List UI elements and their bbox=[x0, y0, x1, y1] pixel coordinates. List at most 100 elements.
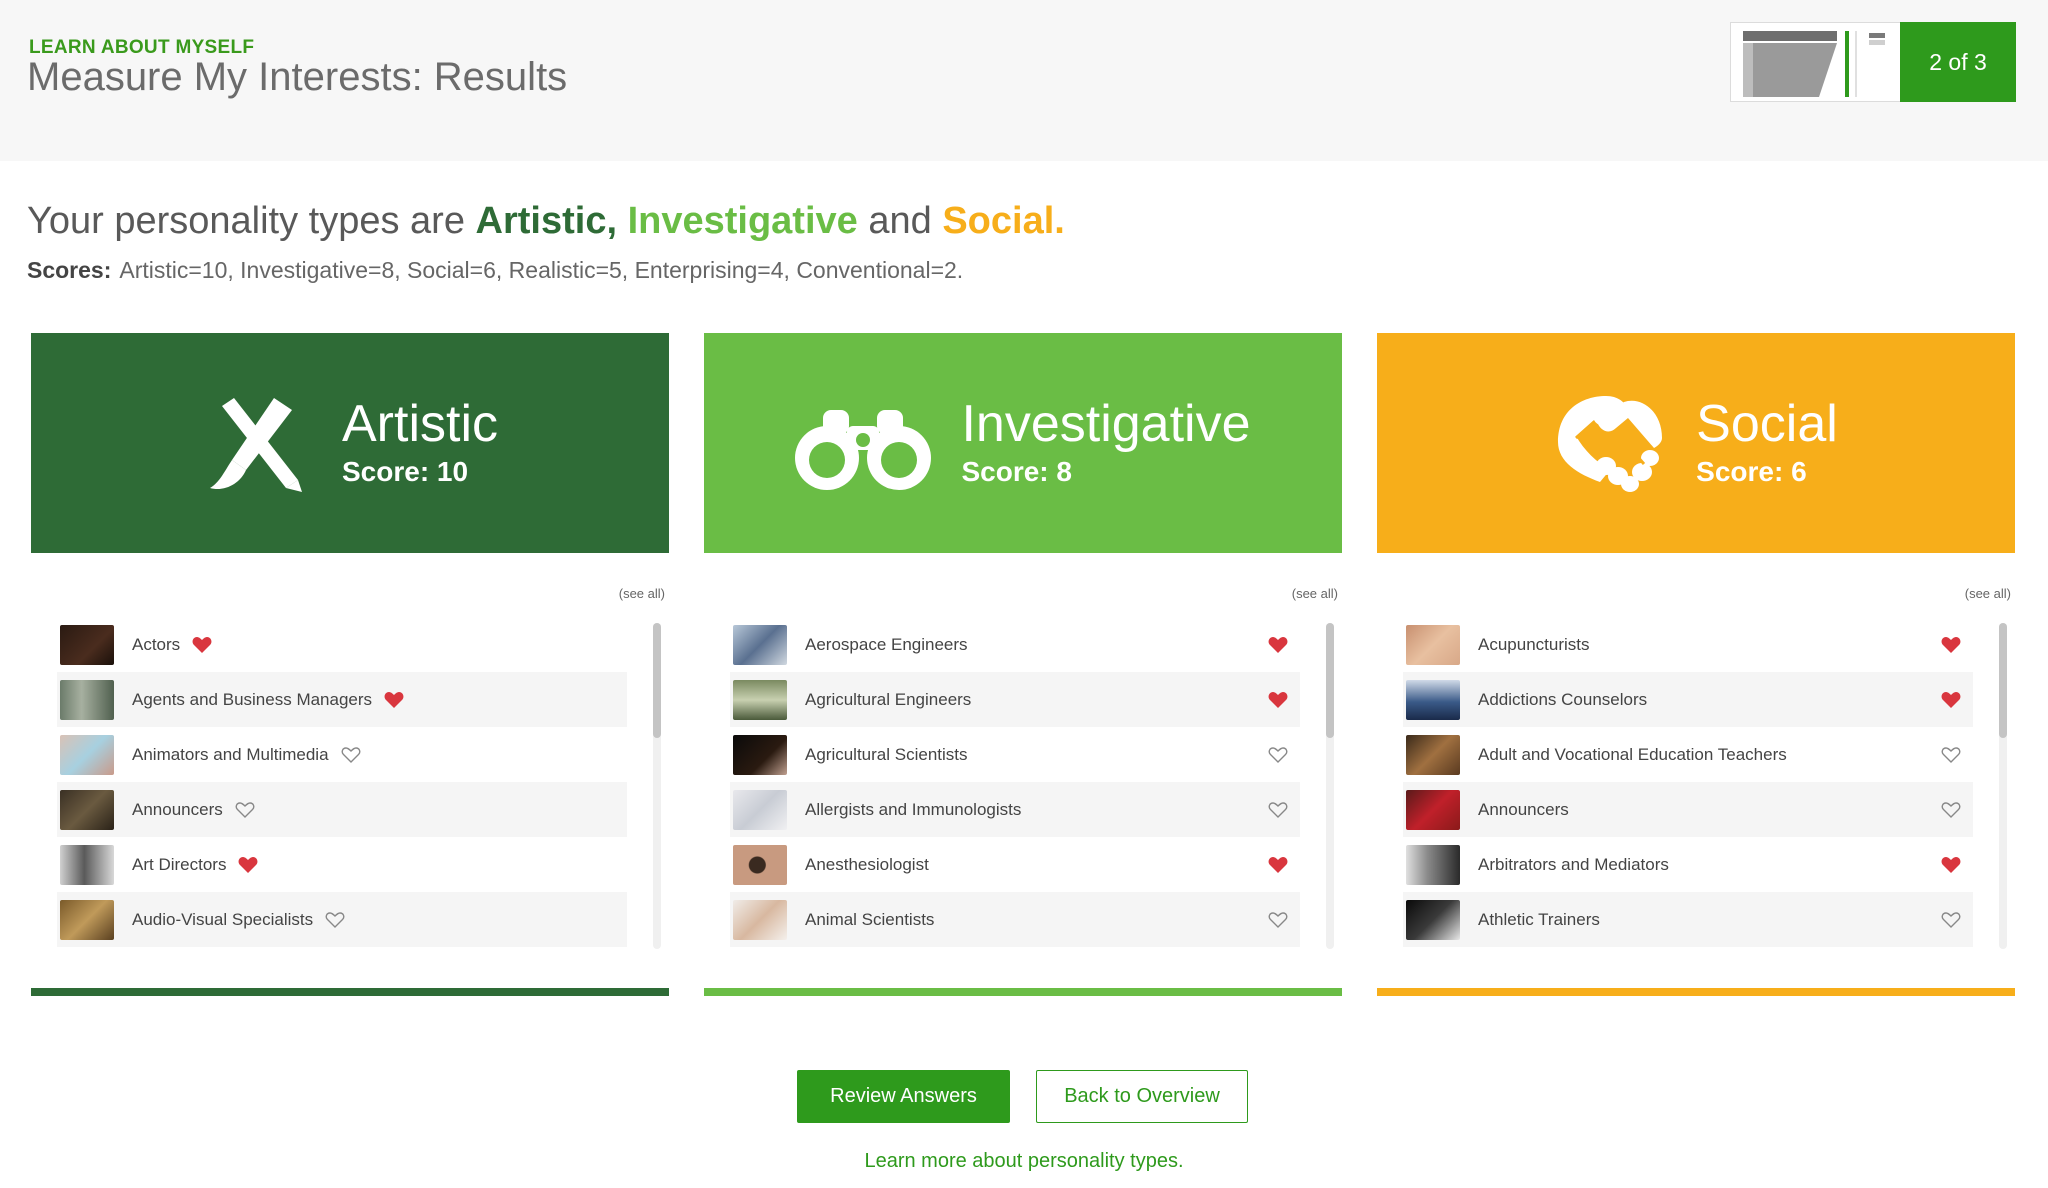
back-to-overview-button[interactable]: Back to Overview bbox=[1036, 1070, 1248, 1123]
heart-outline-icon[interactable] bbox=[235, 801, 255, 819]
list-item[interactable]: Announcers bbox=[57, 782, 627, 837]
occupation-thumbnail bbox=[1406, 789, 1460, 830]
list-item[interactable]: Arbitrators and Mediators bbox=[1403, 837, 1973, 892]
headline-type-artistic: Artistic, bbox=[475, 200, 618, 242]
occupation-label: Allergists and Immunologists bbox=[805, 799, 1022, 819]
occupation-label: Addictions Counselors bbox=[1478, 689, 1648, 709]
heart-outline-icon[interactable] bbox=[341, 746, 361, 764]
scores-label: Scores: bbox=[27, 257, 112, 283]
heart-filled-icon[interactable] bbox=[384, 691, 404, 709]
review-answers-button[interactable]: Review Answers bbox=[797, 1070, 1010, 1123]
scrollbar-thumb[interactable] bbox=[653, 623, 661, 738]
occupation-label: Audio-Visual Specialists bbox=[132, 909, 314, 929]
card-header-social[interactable]: Social Score: 6 bbox=[1377, 333, 2015, 553]
occupation-label: Adult and Vocational Education Teachers bbox=[1478, 744, 1787, 764]
page-header: LEARN ABOUT MYSELF Measure My Interests:… bbox=[0, 0, 2048, 161]
occupation-thumbnail bbox=[1406, 624, 1460, 665]
scrollbar-thumb[interactable] bbox=[1999, 623, 2007, 738]
heart-filled-icon[interactable] bbox=[238, 856, 258, 874]
occupation-thumbnail bbox=[733, 899, 787, 940]
card-score: Score: 10 bbox=[342, 456, 469, 487]
occupation-thumbnail bbox=[1406, 734, 1460, 775]
heart-outline-icon[interactable] bbox=[1268, 746, 1288, 764]
list-item[interactable]: Adult and Vocational Education Teachers bbox=[1403, 727, 1973, 782]
previous-step-thumbnail[interactable] bbox=[1743, 31, 1837, 97]
card-title-block: Artistic Score: 10 bbox=[342, 398, 498, 488]
occupation-list: Actors Agents and Business Managers Anim… bbox=[57, 617, 627, 947]
list-item[interactable]: Actors bbox=[57, 617, 627, 672]
occupation-label: Actors bbox=[132, 634, 181, 654]
learn-more-link[interactable]: Learn more about personality types. bbox=[0, 1150, 2048, 1173]
heart-filled-icon[interactable] bbox=[192, 636, 212, 654]
occupation-list: Acupuncturists Addictions Counselors Adu… bbox=[1403, 617, 1973, 947]
heart-filled-icon[interactable] bbox=[1268, 691, 1288, 709]
occupation-label: Animal Scientists bbox=[805, 909, 935, 929]
heart-outline-icon[interactable] bbox=[325, 911, 345, 929]
occupation-thumbnail bbox=[60, 624, 114, 665]
card-score: Score: 6 bbox=[1696, 456, 1807, 487]
list-item[interactable]: Anesthesiologist bbox=[730, 837, 1300, 892]
occupation-label: Athletic Trainers bbox=[1478, 909, 1600, 929]
list-scrollbar[interactable] bbox=[1326, 623, 1334, 949]
binoculars-icon bbox=[795, 410, 932, 490]
occupation-label: Announcers bbox=[132, 799, 223, 819]
list-item[interactable]: Animal Scientists bbox=[730, 892, 1300, 947]
list-item[interactable]: Acupuncturists bbox=[1403, 617, 1973, 672]
step-counter: 2 of 3 bbox=[1900, 22, 2016, 102]
occupation-thumbnail bbox=[60, 734, 114, 775]
heart-outline-icon[interactable] bbox=[1268, 911, 1288, 929]
occupation-thumbnail bbox=[60, 679, 114, 720]
occupation-label: Agricultural Engineers bbox=[805, 689, 972, 709]
scores-text: Artistic=10, Investigative=8, Social=6, … bbox=[119, 257, 964, 283]
list-scrollbar[interactable] bbox=[1999, 623, 2007, 949]
card-header-investigative[interactable]: Investigative Score: 8 bbox=[704, 333, 1342, 553]
next-step-thumbnail[interactable] bbox=[1867, 31, 1887, 47]
list-item[interactable]: Agricultural Engineers bbox=[730, 672, 1300, 727]
heart-outline-icon[interactable] bbox=[1941, 911, 1961, 929]
heart-filled-icon[interactable] bbox=[1941, 691, 1961, 709]
occupation-thumbnail bbox=[60, 899, 114, 940]
scores-summary: Scores: Artistic=10, Investigative=8, Soc… bbox=[27, 257, 963, 284]
occupation-list: Aerospace Engineers Agricultural Enginee… bbox=[730, 617, 1300, 947]
list-item[interactable]: Art Directors bbox=[57, 837, 627, 892]
occupation-label: Agricultural Scientists bbox=[805, 744, 968, 764]
card-title-block: Social Score: 6 bbox=[1696, 398, 1838, 488]
heart-outline-icon[interactable] bbox=[1268, 801, 1288, 819]
list-item[interactable]: Agricultural Scientists bbox=[730, 727, 1300, 782]
occupation-thumbnail bbox=[1406, 899, 1460, 940]
list-item[interactable]: Athletic Trainers bbox=[1403, 892, 1973, 947]
list-item[interactable]: Announcers bbox=[1403, 782, 1973, 837]
see-all-link[interactable]: (see all) bbox=[619, 586, 665, 601]
list-item[interactable]: Animators and Multimedia bbox=[57, 727, 627, 782]
see-all-link[interactable]: (see all) bbox=[1965, 586, 2011, 601]
headline-type-social: Social. bbox=[942, 200, 1065, 242]
card-artistic: Artistic Score: 10 (see all) Actors Agen… bbox=[31, 333, 669, 996]
heart-outline-icon[interactable] bbox=[1941, 746, 1961, 764]
list-item[interactable]: Allergists and Immunologists bbox=[730, 782, 1300, 837]
list-item[interactable]: Audio-Visual Specialists bbox=[57, 892, 627, 947]
scrollbar-thumb[interactable] bbox=[1326, 623, 1334, 738]
card-header-artistic[interactable]: Artistic Score: 10 bbox=[31, 333, 669, 553]
occupation-thumbnail bbox=[1406, 844, 1460, 885]
card-name: Social bbox=[1696, 395, 1838, 453]
occupation-thumbnail bbox=[60, 844, 114, 885]
heart-filled-icon[interactable] bbox=[1941, 636, 1961, 654]
headline-type-investigative: Investigative bbox=[627, 200, 858, 242]
occupation-label: Anesthesiologist bbox=[805, 854, 929, 874]
occupation-thumbnail bbox=[733, 679, 787, 720]
heart-filled-icon[interactable] bbox=[1941, 856, 1961, 874]
list-item[interactable]: Agents and Business Managers bbox=[57, 672, 627, 727]
headline-prefix: Your personality types are bbox=[27, 200, 465, 242]
list-scrollbar[interactable] bbox=[653, 623, 661, 949]
handshake-icon bbox=[1558, 396, 1663, 492]
personality-headline: Your personality types are Artistic, Inv… bbox=[27, 200, 1065, 243]
list-item[interactable]: Aerospace Engineers bbox=[730, 617, 1300, 672]
heart-outline-icon[interactable] bbox=[1941, 801, 1961, 819]
list-item[interactable]: Addictions Counselors bbox=[1403, 672, 1973, 727]
page-title: Measure My Interests: Results bbox=[27, 55, 568, 99]
occupation-label: Animators and Multimedia bbox=[132, 744, 329, 764]
heart-filled-icon[interactable] bbox=[1268, 636, 1288, 654]
heart-filled-icon[interactable] bbox=[1268, 856, 1288, 874]
card-footer-bar bbox=[31, 988, 669, 996]
see-all-link[interactable]: (see all) bbox=[1292, 586, 1338, 601]
